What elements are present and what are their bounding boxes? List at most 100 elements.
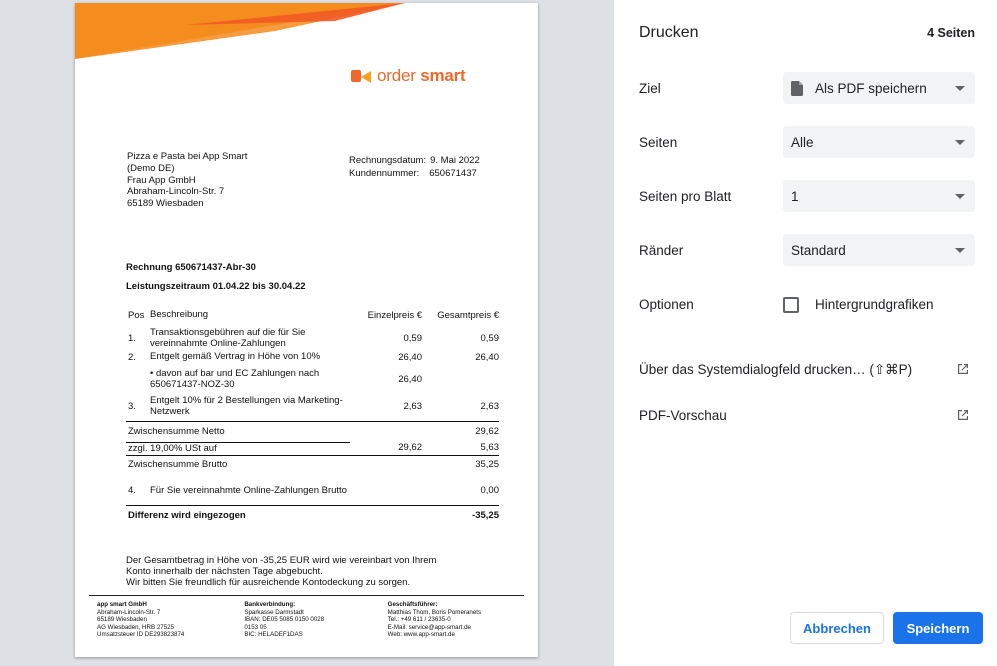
pages-per-sheet-label: Seiten pro Blatt [639,189,732,204]
footer-line: AG Wiesbaden, HRB 27525 [97,623,175,631]
chevron-down-icon [955,139,965,145]
chevron-down-icon [955,85,965,91]
difference-label: Differenz wird eingezogen [128,510,246,521]
closing-line: Konto innerhalb der nächsten Tage abgebu… [126,566,323,578]
header-unit-price: Einzelpreis € [367,309,422,321]
destination-value: Als PDF speichern [815,80,927,96]
header-pos: Pos [128,309,145,321]
subtotal-gross-label: Zwischensumme Brutto [128,459,228,470]
row-total: 2,63 [480,401,500,412]
customer-value: 650671437 [429,168,477,179]
subtotal-net-label: Zwischensumme Netto [128,426,225,437]
cancel-button[interactable]: Abbrechen [790,612,884,644]
customer-label: Kundennummer: [349,168,420,179]
pdf-file-icon [791,80,803,96]
pages-select[interactable]: Alle [783,126,975,158]
address-line: Abraham-Lincoln-Str. 7 [127,186,225,198]
save-button[interactable]: Speichern [893,612,983,644]
subtotal-net-row: Zwischensumme Netto 29,62 [126,421,499,438]
footer-line: 0153 05 [244,623,267,631]
closing-line: Der Gesamtbetrag in Höhe von -35,25 EUR … [126,555,437,566]
footer-line: BIC: HELADEF1DAS [244,631,303,639]
order-smart-logo: order smart [351,66,466,86]
row-unit: 26,40 [398,374,422,385]
footer-line: 65189 Wiesbaden [97,616,147,624]
row-pos: 1. [128,333,136,344]
invoice-table: Pos Beschreibung Einzelpreis € Gesamtpre… [126,305,499,522]
table-row: 1. Transaktionsgebühren auf die für Sie … [126,327,500,352]
footer-line: IBAN: DE05 5085 0150 0028 [244,616,325,624]
margins-select[interactable]: Standard [783,234,975,266]
table-row: 4. Für Sie vereinnahmte Online-Zahlungen… [126,482,499,505]
invoice-heading: Rechnung 650671437-Abr-30 Leistungszeitr… [126,258,306,296]
destination-select[interactable]: Als PDF speichern [783,72,975,104]
row-desc: Transaktionsgebühren auf die für Sie ver… [150,327,306,349]
pages-value: Alle [791,134,814,150]
table-row: 3. Entgelt 10% für 2 Bestellungen via Ma… [126,395,500,421]
logo-icon [351,70,371,83]
dialog-title: Drucken [639,24,699,41]
pdf-preview-link[interactable]: PDF-Vorschau [639,408,727,423]
system-dialog-link[interactable]: Über das Systemdialogfeld drucken… (⇧⌘P) [639,362,912,378]
print-settings-panel: Drucken 4 Seiten Ziel Als PDF speichern … [614,0,997,666]
invoice-meta: Rechnungsdatum: 9. Mai 2022 Kundennummer… [349,154,480,180]
subtotal-net-value: 29,62 [475,426,499,437]
footer-line: Sparkasse Darmstadt [244,608,304,616]
address-line: Frau App GmbH [127,174,196,186]
footer-line: Abraham-Lincoln-Str. 7 [97,608,161,616]
service-period: Leistungszeitraum 01.04.22 bis 30.04.22 [126,281,306,292]
row-unit: 26,40 [398,352,422,363]
row-desc: • davon auf bar und EC Zahlungen nach 65… [150,368,320,390]
row-unit: 2,63 [403,401,423,412]
footer-divider [89,595,524,596]
page-footer: app smart GmbH Abraham-Lincoln-Str. 7 65… [97,601,517,639]
open-in-new-icon[interactable] [957,363,969,375]
chevron-down-icon [955,247,965,253]
print-preview-area: order smart Pizza e Pasta bei App Smart … [0,0,614,666]
open-in-new-icon[interactable] [957,409,969,421]
date-value: 9. Mai 2022 [430,155,480,166]
subtotal-gross-row: Zwischensumme Brutto 35,25 [126,455,499,482]
pages-per-sheet-value: 1 [791,188,799,204]
row-pos: 2. [128,352,136,363]
closing-line: Wir bitten Sie freundlich für ausreichen… [126,577,411,589]
background-graphics-checkbox[interactable] [783,297,799,313]
recipient-address: Pizza e Pasta bei App Smart (Demo DE) Fr… [127,151,247,210]
logo-word-order: order [377,66,416,85]
row-unit: 0,59 [403,333,423,344]
row-desc: Entgelt gemäß Vertrag in Höhe von 10% [150,351,321,362]
row-pos: 4. [128,485,136,496]
footer-line: E-Mail: service@app-smart.de [387,623,471,631]
vat-base: 29,62 [398,442,422,453]
footer-bank: Bankverbindung: Sparkasse Darmstadt IBAN… [226,601,373,639]
footer-management-head: Geschäftsführer: [387,601,438,608]
footer-company-head: app smart GmbH [97,601,147,608]
background-graphics-label[interactable]: Hintergrundgrafiken [815,297,934,312]
logo-word-smart: smart [420,66,466,85]
row-pos: 3. [128,401,136,412]
table-header: Pos Beschreibung Einzelpreis € Gesamtpre… [126,305,499,325]
table-row: • davon auf bar und EC Zahlungen nach 65… [126,368,499,396]
row-desc: Entgelt 10% für 2 Bestellungen via Marke… [150,395,343,417]
options-label: Optionen [639,297,694,312]
closing-text: Der Gesamtbetrag in Höhe von -35,25 EUR … [126,555,436,589]
date-label: Rechnungsdatum: [349,155,427,166]
page-banner [75,3,405,59]
row-total: 0,59 [480,333,500,344]
pages-per-sheet-select[interactable]: 1 [783,180,975,212]
header-total-price: Gesamtpreis € [437,309,499,321]
footer-bank-head: Bankverbindung: [244,601,296,608]
header-desc: Beschreibung [150,308,209,320]
footer-line: Matthias Thom, Boris Pomeranets [387,608,482,616]
vat-label: zzgl. 19,00% USt auf [126,442,350,454]
difference-row: Differenz wird eingezogen -35,25 [126,505,499,522]
footer-line: Tel.: +49 611 / 23635-0 [387,616,451,624]
address-line: (Demo DE) [127,162,175,174]
margins-value: Standard [791,242,846,258]
chevron-down-icon [955,193,965,199]
invoice-number: Rechnung 650671437-Abr-30 [126,262,256,273]
address-line: Pizza e Pasta bei App Smart [127,151,248,162]
destination-label: Ziel [639,81,661,96]
subtotal-gross-value: 35,25 [475,459,499,470]
row-total: 26,40 [475,352,499,363]
